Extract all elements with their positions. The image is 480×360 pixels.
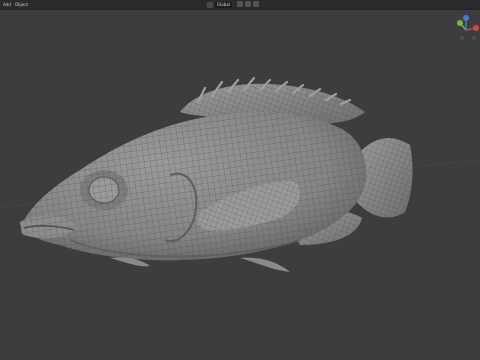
- 3d-viewport[interactable]: Add Object Global: [0, 0, 480, 360]
- origin-point: [266, 179, 270, 183]
- x-axis-negative-handle[interactable]: [471, 35, 477, 41]
- navigation-gizmo[interactable]: [452, 10, 480, 50]
- y-axis-handle[interactable]: [457, 20, 463, 26]
- x-axis-handle[interactable]: [473, 25, 479, 31]
- fish-mesh-render: [0, 76, 480, 272]
- y-axis-negative-handle[interactable]: [459, 35, 465, 41]
- pelvic-fins: [110, 257, 290, 272]
- z-axis-handle[interactable]: [463, 15, 469, 21]
- fish-eye: [80, 170, 128, 210]
